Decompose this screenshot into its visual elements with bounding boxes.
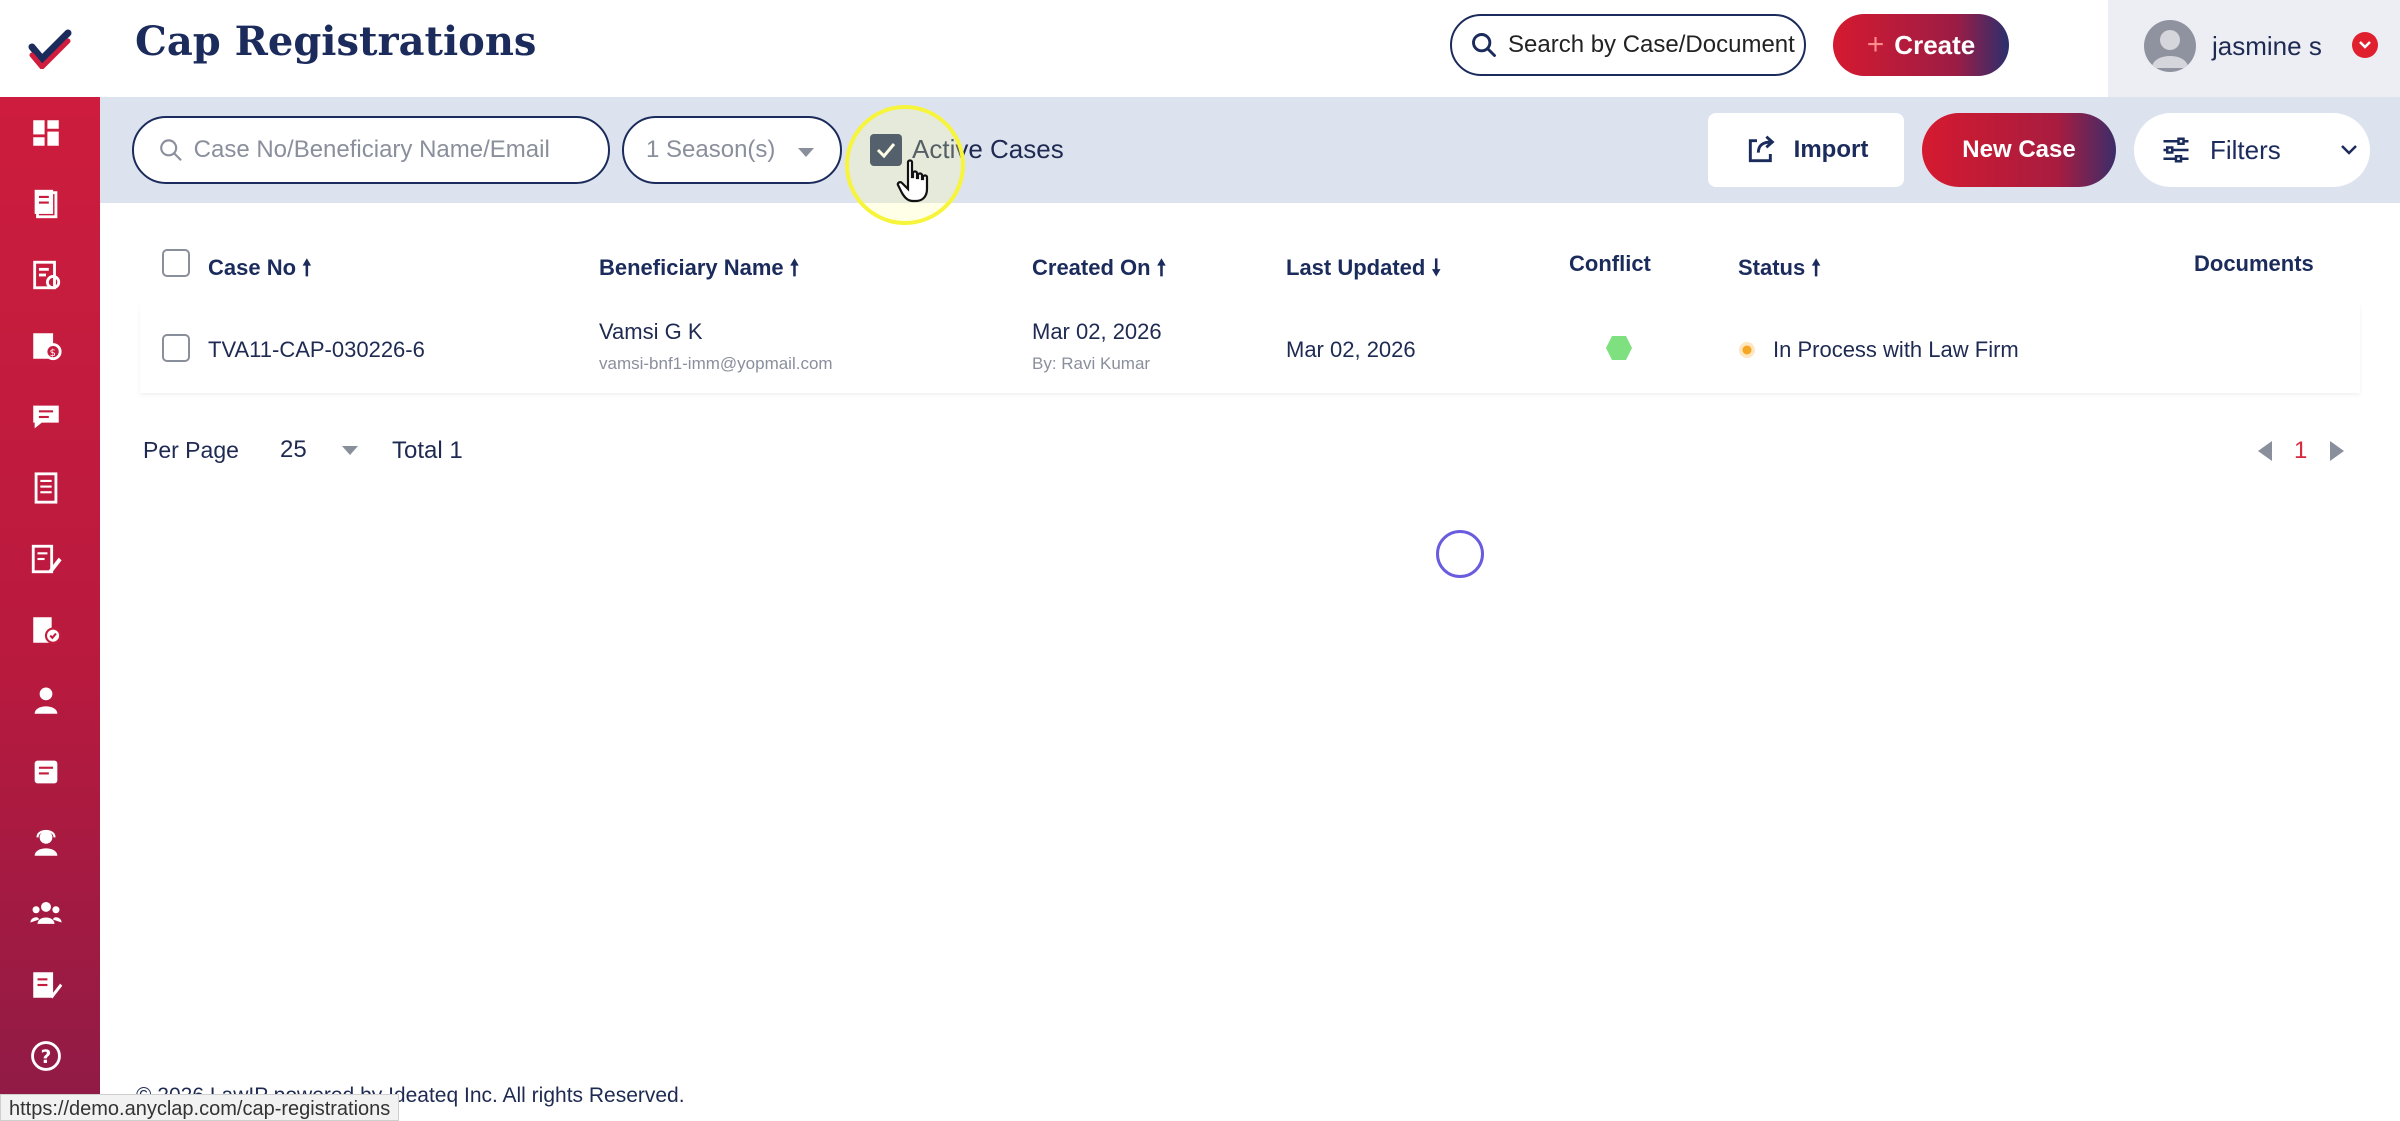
dashboard-icon[interactable] <box>26 113 66 153</box>
global-search-input[interactable] <box>1508 31 1798 59</box>
hand-cursor-icon <box>896 159 929 203</box>
column-header-conflict[interactable]: Conflict <box>1569 251 1651 277</box>
created-by: By: Ravi Kumar <box>1032 354 1151 373</box>
svg-text:$: $ <box>50 348 56 359</box>
import-button[interactable]: Import <box>1708 113 1904 187</box>
sidebar: $ ? <box>0 0 100 1121</box>
click-highlight <box>845 105 965 225</box>
sort-up-icon: 🠕 <box>1156 255 1167 280</box>
row-checkbox[interactable] <box>162 334 190 362</box>
column-header-created-on[interactable]: Created On 🠕 <box>1032 251 1166 289</box>
status-dot-icon <box>1739 342 1755 358</box>
case-search[interactable] <box>132 116 610 184</box>
filters-button[interactable]: Filters <box>2134 113 2370 187</box>
app-logo[interactable] <box>0 0 100 97</box>
current-page[interactable]: 1 <box>2294 437 2307 465</box>
per-page-label: Per Page <box>143 437 239 463</box>
global-search[interactable] <box>1450 14 1806 76</box>
table-row[interactable]: TVA11-CAP-030226-6 Vamsi G K vamsi-bnf1-… <box>140 303 2360 393</box>
help-icon[interactable]: ? <box>26 1036 66 1076</box>
new-case-button[interactable]: New Case <box>1922 113 2116 187</box>
per-page-value: 25 <box>280 436 307 463</box>
page-title: Cap Registrations <box>135 18 537 65</box>
svg-text:?: ? <box>41 1047 52 1068</box>
case-no-cell[interactable]: TVA11-CAP-030226-6 <box>208 337 425 363</box>
case-search-input[interactable] <box>193 136 608 164</box>
sort-down-icon: 🠗 <box>1431 255 1441 280</box>
browser-status-url: https://demo.anyclap.com/cap-registratio… <box>0 1094 400 1121</box>
support-agent-icon[interactable] <box>26 823 66 863</box>
import-button-label: Import <box>1793 136 1869 163</box>
active-cases-label[interactable]: Active Cases <box>912 134 1064 165</box>
sliders-icon <box>2163 137 2189 163</box>
filter-bar: 1 Season(s) Active Cases Import New Case… <box>100 97 2400 225</box>
check-icon <box>876 143 896 159</box>
beneficiary-email: vamsi-bnf1-imm@yopmail.com <box>599 354 833 373</box>
caret-down-icon <box>798 148 814 157</box>
messages-icon[interactable] <box>26 397 66 437</box>
plus-icon: + <box>1866 28 1885 61</box>
column-header-status[interactable]: Status 🠕 <box>1738 251 1821 289</box>
next-page-icon[interactable] <box>2330 441 2344 461</box>
column-header-case-no[interactable]: Case No 🠕 <box>208 251 312 289</box>
create-button-label: Create <box>1894 29 1976 60</box>
user-menu[interactable]: jasmine s <box>2108 0 2400 97</box>
per-page-select[interactable]: 25 <box>262 427 376 473</box>
season-select-value: 1 Season(s) <box>646 136 776 163</box>
secure-docs-icon[interactable] <box>26 610 66 650</box>
search-icon <box>160 139 182 161</box>
top-header: Cap Registrations + Create jasmine s <box>100 0 2400 97</box>
column-header-documents[interactable]: Documents <box>2194 251 2314 277</box>
filters-button-label: Filters <box>2210 134 2281 165</box>
logo-icon <box>28 29 72 69</box>
team-icon[interactable] <box>26 894 66 934</box>
total-count: Total 1 <box>392 437 463 464</box>
user-name[interactable]: jasmine s <box>2212 31 2322 62</box>
select-all-checkbox[interactable] <box>162 249 190 277</box>
billing-icon[interactable]: $ <box>26 326 66 366</box>
column-header-last-updated[interactable]: Last Updated 🠗 <box>1286 251 1441 289</box>
edit-forms-icon[interactable] <box>26 539 66 579</box>
avatar[interactable] <box>2144 20 2196 72</box>
status-cell: In Process with Law Firm <box>1773 337 2019 362</box>
search-icon <box>1472 33 1496 57</box>
caret-down-icon <box>342 446 358 455</box>
loading-spinner-icon <box>1436 530 1484 578</box>
previous-page-icon[interactable] <box>2258 441 2272 461</box>
chevron-down-icon[interactable] <box>2352 32 2378 58</box>
checklist-icon[interactable] <box>26 255 66 295</box>
created-on-cell: Mar 02, 2026 <box>1032 319 1162 344</box>
column-header-beneficiary-name[interactable]: Beneficiary Name 🠕 <box>599 251 799 289</box>
documents-icon[interactable] <box>26 184 66 224</box>
sort-up-icon: 🠕 <box>1811 255 1821 280</box>
sort-up-icon: 🠕 <box>789 255 800 280</box>
reports-icon[interactable] <box>26 965 66 1005</box>
import-icon <box>1748 135 1775 163</box>
ledger-icon[interactable] <box>26 468 66 508</box>
create-button[interactable]: + Create <box>1833 14 2009 76</box>
person-icon[interactable] <box>26 681 66 721</box>
beneficiary-name-cell: Vamsi G K <box>599 319 703 344</box>
last-updated-cell: Mar 02, 2026 <box>1286 337 1416 362</box>
chevron-down-icon <box>2340 145 2357 155</box>
conflict-indicator-icon <box>1606 336 1632 360</box>
notes-icon[interactable] <box>26 752 66 792</box>
footer: © 2026 LawIP powered by Ideateq Inc. All… <box>100 1056 2400 1121</box>
sort-up-icon: 🠕 <box>302 255 312 280</box>
active-cases-checkbox[interactable] <box>870 134 902 166</box>
season-select[interactable]: 1 Season(s) <box>622 116 842 184</box>
